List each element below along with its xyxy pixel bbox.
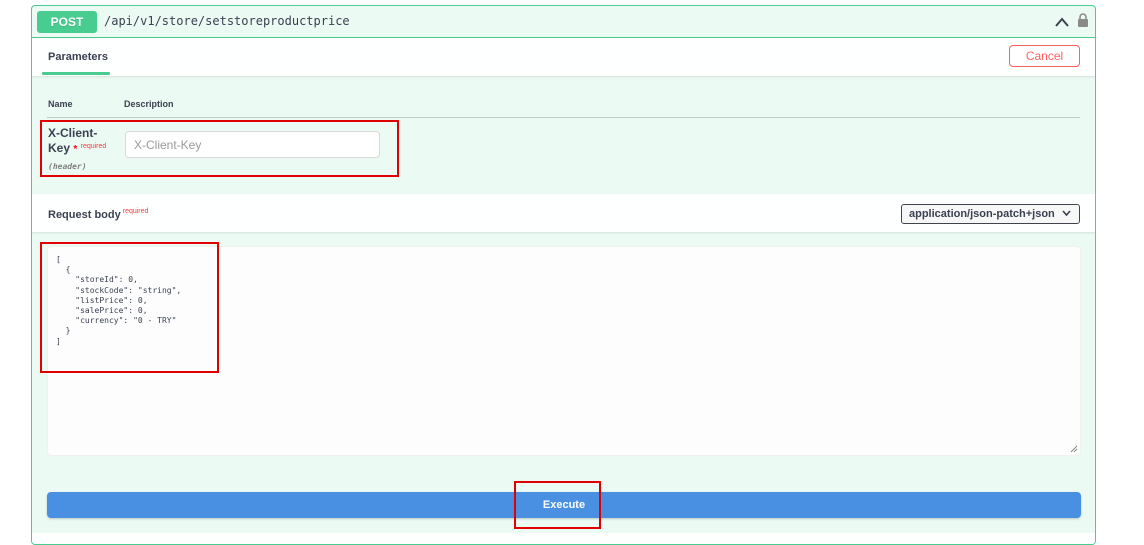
request-body-title: Request body required — [48, 208, 148, 221]
request-body-header: Request body required application/json-pa… — [32, 194, 1095, 232]
content-type-value: application/json-patch+json — [909, 208, 1055, 220]
endpoint-path: /api/v1/store/setstoreproductprice — [104, 14, 350, 28]
tab-active-indicator — [42, 72, 110, 75]
request-body-editor[interactable]: [ { "storeId": 0, "stockCode": "string",… — [47, 246, 1081, 456]
chevron-up-icon[interactable] — [1055, 16, 1069, 28]
parameter-name: X-Client-Key * required — [48, 126, 118, 157]
operation-block: POST /api/v1/store/setstoreproductprice … — [31, 5, 1096, 545]
tab-parameters[interactable]: Parameters — [42, 38, 114, 76]
resize-grip-icon[interactable] — [1070, 445, 1078, 453]
chevron-down-icon — [1062, 210, 1071, 217]
request-body-title-text: Request body — [48, 209, 121, 221]
required-label: required — [80, 143, 107, 150]
x-client-key-input[interactable] — [125, 131, 380, 158]
execute-button[interactable]: Execute — [47, 492, 1081, 518]
column-header-name: Name — [48, 99, 73, 109]
parameter-location: (header) — [48, 162, 87, 171]
cancel-button[interactable]: Cancel — [1009, 45, 1080, 67]
request-body-required-label: required — [122, 208, 149, 215]
required-star: * — [73, 144, 78, 155]
column-header-description: Description — [124, 99, 174, 109]
table-divider — [47, 117, 1080, 118]
parameters-tab-bar: Parameters Cancel — [32, 38, 1095, 76]
content-type-select[interactable]: application/json-patch+json — [901, 204, 1080, 224]
http-method-badge: POST — [37, 11, 97, 33]
request-body-code[interactable]: [ { "storeId": 0, "stockCode": "string",… — [56, 255, 181, 347]
bottom-section-edge — [32, 533, 1095, 544]
operation-summary[interactable]: POST /api/v1/store/setstoreproductprice — [32, 6, 1095, 38]
lock-icon[interactable] — [1077, 13, 1089, 27]
